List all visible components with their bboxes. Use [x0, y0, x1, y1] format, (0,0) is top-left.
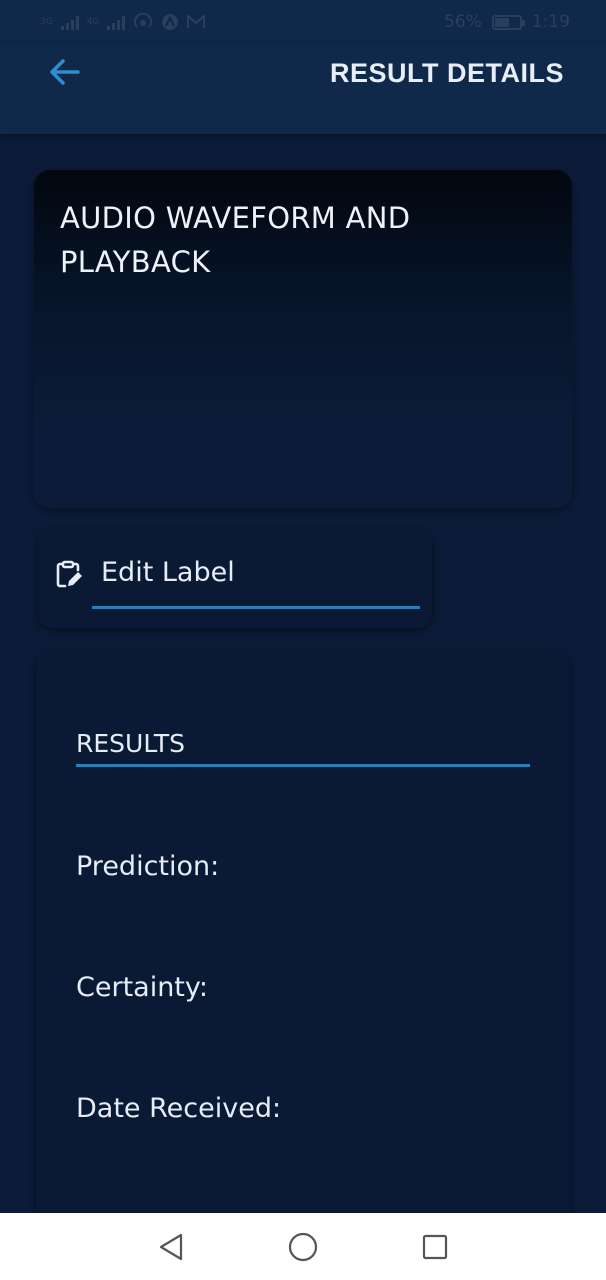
certainty-label: Certainty: — [76, 972, 209, 1003]
battery-percent: 56% — [444, 12, 482, 32]
edit-label-card: Edit Label — [38, 529, 432, 628]
clipboard-edit-icon — [56, 560, 82, 588]
page-title: RESULT DETAILS — [330, 58, 564, 88]
app-notification-icon — [162, 14, 179, 30]
edit-label-input[interactable]: Edit Label — [92, 549, 420, 609]
date-received-label: Date Received: — [76, 1093, 282, 1124]
system-nav-bar — [0, 1213, 606, 1280]
arrow-left-icon — [50, 59, 80, 85]
nav-recents-button[interactable] — [417, 1229, 453, 1265]
nav-back-button[interactable] — [153, 1229, 189, 1265]
status-icons-left: 3G 4G — [40, 13, 206, 31]
waveform-card[interactable]: AUDIO WAVEFORM AND PLAYBACK — [34, 170, 572, 508]
status-time: 1:19 — [531, 12, 570, 32]
nav-home-button[interactable] — [285, 1229, 321, 1265]
circle-home-icon — [288, 1232, 318, 1261]
status-bar: 3G 4G 56% 1:19 — [0, 0, 606, 44]
prediction-label: Prediction: — [76, 851, 220, 882]
results-heading: RESULTS — [76, 729, 530, 767]
hotspot-icon — [134, 13, 153, 28]
waveform-title: AUDIO WAVEFORM AND PLAYBACK — [60, 201, 411, 279]
back-button[interactable] — [42, 50, 86, 94]
square-recents-icon — [422, 1234, 448, 1259]
network-type-3g: 3G — [40, 17, 53, 27]
battery-icon — [491, 14, 525, 30]
results-card: RESULTS Prediction: Certainty: Date Rece… — [36, 651, 570, 1231]
app-bar: RESULT DETAILS — [0, 44, 606, 134]
mail-icon — [187, 15, 206, 28]
network-type-4g: 4G — [86, 17, 100, 27]
triangle-back-icon — [159, 1233, 183, 1260]
signal-icon-2 — [107, 14, 126, 30]
status-icons-right: 56% 1:19 — [444, 12, 570, 32]
signal-icon — [60, 14, 79, 30]
